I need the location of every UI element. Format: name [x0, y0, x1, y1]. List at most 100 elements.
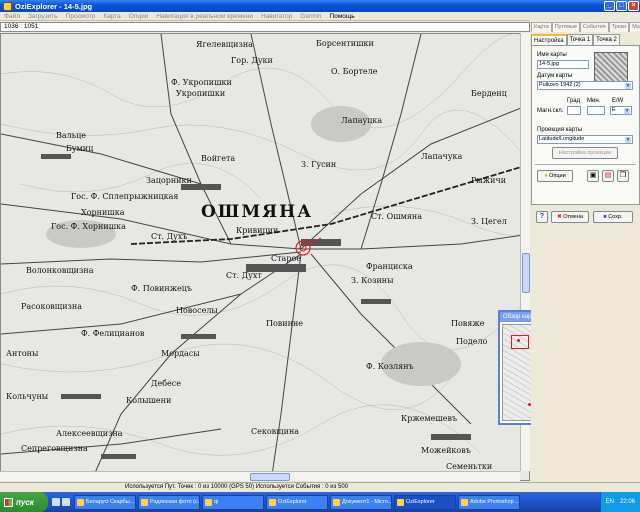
map-label: Новоселы — [176, 306, 218, 315]
map-label: Гор. Дуки — [231, 56, 273, 65]
map-label: Расоковщизна — [21, 302, 83, 311]
chevron-down-icon: ▼ — [625, 137, 631, 143]
map-label: Франциска — [366, 262, 413, 271]
save-label: Сохр. — [608, 214, 623, 220]
tab-routes[interactable]: Маршруты — [629, 22, 640, 32]
waypoint-dot — [517, 339, 520, 342]
quick-launch-icon[interactable] — [52, 498, 60, 506]
menu-help[interactable]: Помощь — [326, 13, 359, 20]
cursor-coordinates: 1036 : 1051 — [0, 22, 530, 32]
ew-label: E/W — [612, 98, 624, 104]
setup-form: Имя карты 14-5.jpg Датум карты Pulkovo 1… — [531, 45, 640, 205]
chevron-down-icon: ▼ — [624, 108, 630, 114]
map-label: Антоны — [6, 349, 39, 358]
map-label: Кривиции — [236, 226, 279, 235]
menu-view[interactable]: Просмотр — [62, 13, 100, 20]
projection-select[interactable]: Latitude/Longitude ▼ — [537, 135, 633, 144]
map-label: Колышени — [126, 396, 172, 405]
minutes-field[interactable] — [587, 106, 605, 115]
menu-file[interactable]: Файл — [0, 13, 24, 20]
map-label: Волонковщизна — [26, 266, 94, 275]
calibration-tabs: Настройка Точка 1 Точка 2 — [531, 34, 640, 45]
menu-bar: Файл Загрузить Просмотр Карта Опции Нави… — [0, 12, 530, 21]
ew-select[interactable]: E ▼ — [610, 106, 632, 115]
tab-map[interactable]: Карта — [531, 22, 552, 32]
help-icon[interactable]: ? — [536, 211, 548, 223]
map-label: Ягелевщизна — [196, 40, 253, 49]
taskbar-button[interactable]: Радянская фото (c... — [138, 494, 200, 510]
overview-viewport-rect[interactable] — [511, 335, 529, 349]
save-button[interactable]: ■ Сохр. — [593, 211, 633, 223]
save-icon: ■ — [603, 214, 607, 220]
quick-launch-icon[interactable] — [62, 498, 70, 506]
document-icon[interactable]: ▤ — [602, 170, 614, 182]
map-label: Хорнишка — [81, 208, 125, 217]
taskbar-button[interactable]: Adobe Photoshop ... — [458, 494, 520, 510]
map-label: Сепреговщизна — [21, 444, 88, 453]
status-bar: Используется Пут. Точек : 0 из 10000 (GP… — [0, 482, 640, 492]
map-label: Ф. Козлянъ — [366, 362, 414, 371]
cancel-icon: ✖ — [557, 214, 562, 220]
degrees-field[interactable] — [567, 106, 581, 115]
system-tray: EN 22:06 — [599, 492, 640, 512]
map-label: Ф. Повинжецъ — [131, 284, 193, 293]
magnetic-variation-label: Магн.скл. — [537, 108, 564, 114]
map-label: З. Гусин — [301, 160, 337, 169]
map-settings-panel: Карта Путевые События Треки Маршруты Нас… — [531, 22, 640, 481]
map-label: Берденц — [471, 89, 507, 98]
map-label: Укропишки — [176, 89, 226, 98]
map-canvas[interactable]: Ягелевщизна Борсентишки Гор. Дуки О. Бор… — [0, 33, 530, 481]
close-button[interactable]: × — [628, 1, 639, 11]
cancel-label: Отмена — [563, 214, 583, 220]
scroll-thumb[interactable] — [250, 473, 290, 481]
copy-icon[interactable]: ❐ — [617, 170, 629, 182]
map-label: Борсентишки — [316, 39, 374, 48]
tab-point-2[interactable]: Точка 2 — [593, 34, 620, 45]
menu-navigator[interactable]: Навигатор — [257, 13, 296, 20]
tab-waypoints[interactable]: Путевые — [551, 22, 580, 32]
options-button[interactable]: ● Опции — [537, 170, 573, 182]
title-bar: OziExplorer - 14-5.jpg _ □ × — [0, 0, 640, 12]
map-label: Бумиц — [66, 144, 94, 153]
taskbar-button[interactable]: OziExplorer — [394, 494, 456, 510]
menu-map[interactable]: Карта — [99, 13, 124, 20]
taskbar-button[interactable]: OziExplorer — [266, 494, 328, 510]
taskbar: пуск Беларусі Скарбы... Радянская фото (… — [0, 492, 640, 512]
minimize-button[interactable]: _ — [604, 1, 615, 11]
language-indicator[interactable]: EN — [606, 499, 614, 505]
map-label: Мордасы — [161, 349, 200, 358]
tab-events[interactable]: События — [579, 22, 609, 32]
map-label: Вальце — [56, 131, 86, 140]
tab-setup[interactable]: Настройка — [531, 34, 567, 45]
menu-load[interactable]: Загрузить — [24, 13, 62, 20]
map-label: Войгета — [201, 154, 236, 163]
map-label: О. Бортеле — [331, 67, 378, 76]
start-button[interactable]: пуск — [0, 492, 48, 512]
cancel-button[interactable]: ✖ Отмена — [551, 211, 589, 223]
maximize-button[interactable]: □ — [616, 1, 627, 11]
horizontal-scrollbar[interactable] — [0, 471, 520, 481]
scroll-thumb[interactable] — [522, 253, 530, 293]
taskbar-button[interactable]: Беларусі Скарбы... — [74, 494, 136, 510]
map-label: Подело — [456, 337, 488, 346]
tab-tracks[interactable]: Треки — [608, 22, 630, 32]
map-label: Гос. Ф. Хорнишка — [51, 222, 126, 231]
map-name-field[interactable]: 14-5.jpg — [537, 60, 589, 69]
app-icon — [3, 1, 12, 11]
tab-point-1[interactable]: Точка 1 — [566, 34, 594, 45]
menu-options[interactable]: Опции — [125, 13, 153, 20]
map-label: Старое — [271, 254, 301, 263]
projection-params-button[interactable]: Настройка проекции — [552, 147, 618, 159]
map-label: Семеньтки — [446, 462, 493, 471]
map-label: Повяже — [451, 319, 485, 328]
taskbar-button[interactable]: Документ1 - Micro... — [330, 494, 392, 510]
taskbar-button[interactable]: qi — [202, 494, 264, 510]
menu-realtime[interactable]: Навигация в реальном времени — [152, 13, 257, 20]
map-image-icon[interactable]: ▣ — [587, 170, 599, 182]
map-label: Сековщина — [251, 427, 300, 436]
datum-select[interactable]: Pulkovo 1942 (2) ▼ — [537, 81, 633, 90]
map-label: Зацорники — [146, 176, 192, 185]
menu-garmin[interactable]: Garmin — [296, 13, 325, 20]
map-label: Ф. Фелицианов — [81, 329, 145, 338]
datum-value: Pulkovo 1942 (2) — [539, 82, 581, 88]
